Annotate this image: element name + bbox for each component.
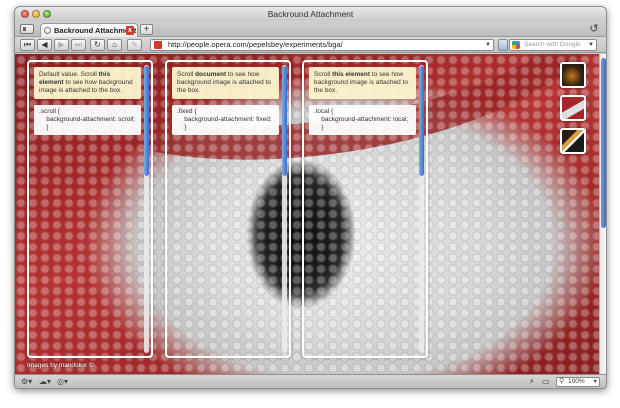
box-code: .fixed { background-attachment: fixed; } xyxy=(172,105,279,135)
title-bar: Backround Attachment xyxy=(15,7,606,21)
image-credit: Images by mandolux © xyxy=(27,362,94,369)
reload-button[interactable]: ↻ xyxy=(90,39,105,51)
thumbnail-2[interactable] xyxy=(560,95,586,121)
site-favicon-icon xyxy=(154,41,162,49)
back-button[interactable]: ◀ xyxy=(37,39,52,51)
widgets-icon[interactable]: ◎▾ xyxy=(57,377,68,387)
chevron-down-icon[interactable]: ▼ xyxy=(485,40,491,50)
panels-icon[interactable]: ⚙▾ xyxy=(21,377,32,387)
google-icon[interactable] xyxy=(512,41,520,49)
close-window-button[interactable] xyxy=(21,10,29,18)
address-field[interactable]: http://people.opera.com/pepelsbey/experi… xyxy=(150,39,494,51)
fast-forward-button[interactable]: ⏭ xyxy=(71,39,86,51)
turbo-icon[interactable]: ⚡ xyxy=(529,377,535,387)
zoom-select[interactable]: ⚲ 100% ▼ xyxy=(556,377,600,387)
box-note: Scroll this element to see how backgroun… xyxy=(309,67,416,99)
panel-toggle-icon[interactable] xyxy=(20,24,34,34)
box-code: .scroll { background-attachment: scroll;… xyxy=(34,105,141,135)
minimize-window-button[interactable] xyxy=(32,10,40,18)
box-note: Scroll document to see how background im… xyxy=(172,67,279,99)
box-note: Default value. Scroll this element to se… xyxy=(34,67,141,99)
trash-icon[interactable]: ↺ xyxy=(588,23,600,35)
address-url: http://people.opera.com/pepelsbey/experi… xyxy=(168,40,343,49)
status-bar: ⚙▾ ☁▾ ◎▾ ⚡ ▭ ⚲ 100% ▼ xyxy=(15,374,606,388)
browser-window: Backround Attachment Backround Attachmen… xyxy=(14,6,607,389)
new-tab-button[interactable]: + xyxy=(140,24,153,35)
chevron-down-icon[interactable]: ▼ xyxy=(593,378,598,386)
navigation-toolbar: ⏮ ◀ ▶ ⏭ ↻ ⌂ ✎ http://people.opera.com/pe… xyxy=(15,37,606,53)
box-scrollbar[interactable] xyxy=(282,65,287,353)
tab-backround-attachment[interactable]: Backround Attachment x xyxy=(40,23,138,37)
scrollbar-thumb[interactable] xyxy=(601,58,606,228)
feed-icon[interactable] xyxy=(498,39,508,51)
zoom-window-button[interactable] xyxy=(43,10,51,18)
search-input[interactable]: Search with Google ▼ xyxy=(509,39,597,51)
rewind-button[interactable]: ⏮ xyxy=(20,39,35,51)
zoom-value: 100% xyxy=(568,378,585,385)
forward-button[interactable]: ▶ xyxy=(54,39,69,51)
tab-close-button[interactable]: x xyxy=(126,26,134,35)
scroll-box[interactable]: Default value. Scroll this element to se… xyxy=(27,60,153,358)
local-box[interactable]: Scroll this element to see how backgroun… xyxy=(302,60,428,358)
box-scrollbar[interactable] xyxy=(144,65,149,353)
page-scrollbar[interactable] xyxy=(599,54,606,374)
thumbnail-1[interactable] xyxy=(560,62,586,88)
tab-label: Backround Attachment xyxy=(54,26,137,35)
page-view-icon[interactable]: ▭ xyxy=(542,377,550,387)
chevron-down-icon[interactable]: ▼ xyxy=(588,40,594,50)
scrollbar-thumb[interactable] xyxy=(282,66,287,176)
sync-icon[interactable]: ☁▾ xyxy=(39,377,51,387)
search-placeholder: Search with Google xyxy=(524,41,581,48)
box-code: .local { background-attachment: local; } xyxy=(309,105,416,135)
globe-icon xyxy=(44,27,51,34)
window-title: Backround Attachment xyxy=(267,9,354,19)
page-viewport[interactable]: Default value. Scroll this element to se… xyxy=(15,54,601,374)
fixed-box[interactable]: Scroll document to see how background im… xyxy=(165,60,291,358)
home-button[interactable]: ⌂ xyxy=(107,39,122,51)
tab-bar: Backround Attachment x + ↺ xyxy=(15,21,606,37)
thumbnail-3[interactable] xyxy=(560,128,586,154)
box-scrollbar[interactable] xyxy=(419,65,424,353)
wand-button[interactable]: ✎ xyxy=(127,39,142,51)
magnifier-icon: ⚲ xyxy=(559,378,565,385)
scrollbar-thumb[interactable] xyxy=(419,66,424,176)
scrollbar-thumb[interactable] xyxy=(144,66,149,176)
